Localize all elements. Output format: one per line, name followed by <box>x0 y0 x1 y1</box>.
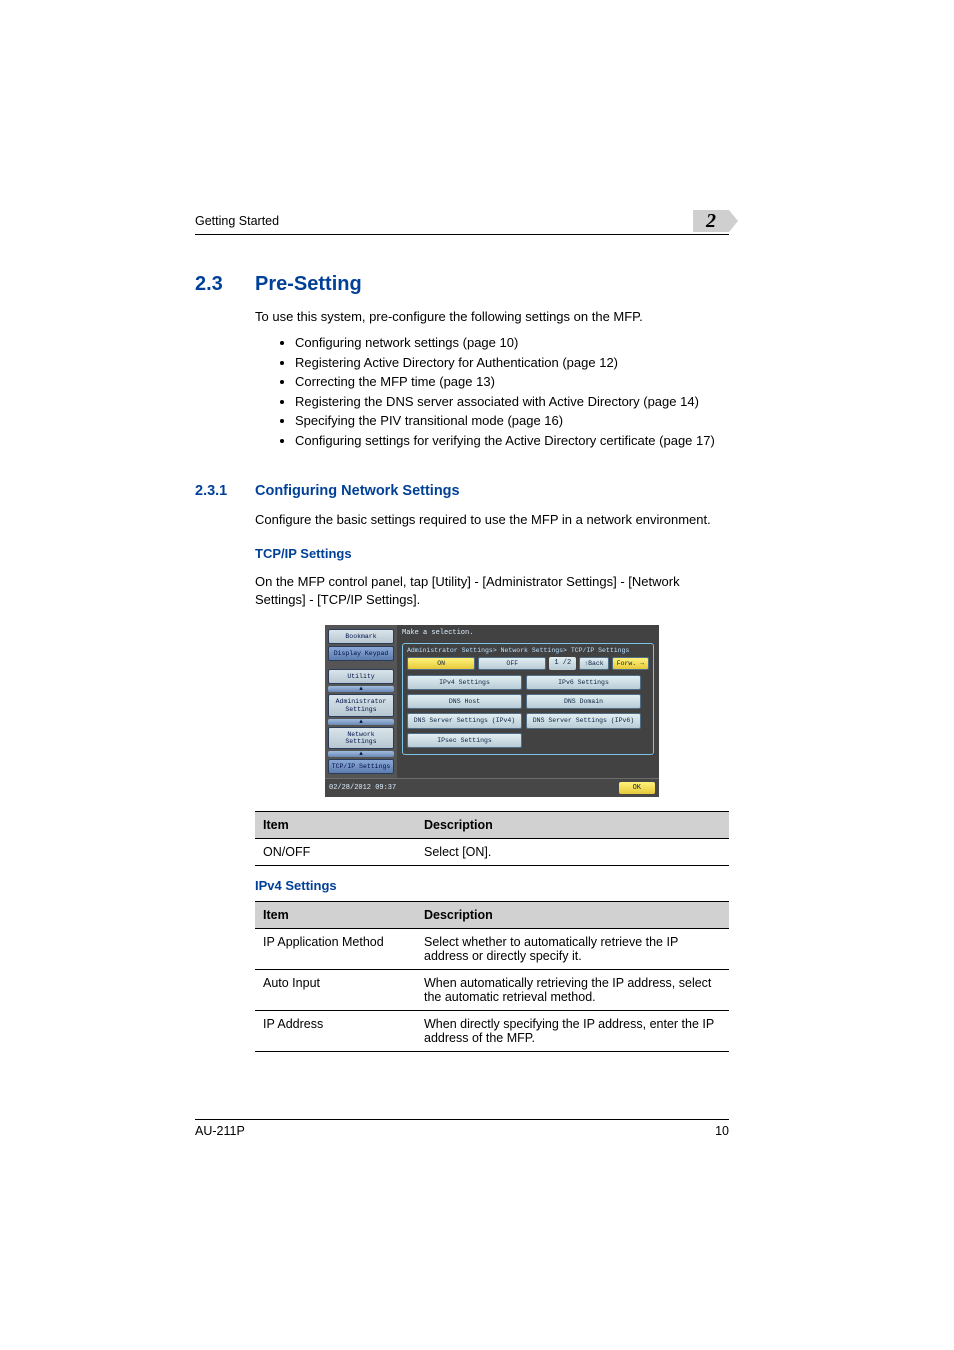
sidebar-admin-settings[interactable]: Administrator Settings <box>328 694 394 716</box>
subsection-intro: Configure the basic settings required to… <box>255 511 729 529</box>
sidebar-bookmark[interactable]: Bookmark <box>328 629 394 644</box>
ipsec-settings-button[interactable]: IPsec Settings <box>407 733 522 748</box>
sidebar-utility[interactable]: Utility <box>328 669 394 684</box>
prereq-list: Configuring network settings (page 10) R… <box>295 334 729 449</box>
cell-item: ON/OFF <box>255 839 416 866</box>
table-row: IP Application Method Select whether to … <box>255 929 729 970</box>
sidebar-tcpip-settings[interactable]: TCP/IP Settings <box>328 759 394 774</box>
table-header-item: Item <box>255 902 416 929</box>
cell-desc: Select whether to automatically retrieve… <box>416 929 729 970</box>
dns-server-ipv6-button[interactable]: DNS Server Settings (IPv6) <box>526 713 641 728</box>
panel-instruction: Make a selection. <box>402 629 654 637</box>
page-indicator: 1 /2 <box>549 657 576 670</box>
cell-desc: When automatically retrieving the IP add… <box>416 970 729 1011</box>
list-item: Registering Active Directory for Authent… <box>295 354 729 372</box>
ipv6-settings-button[interactable]: IPv6 Settings <box>526 675 641 690</box>
panel-breadcrumb: Administrator Settings> Network Settings… <box>407 647 649 654</box>
off-button[interactable]: OFF <box>478 657 546 670</box>
section-intro: To use this system, pre-configure the fo… <box>255 308 729 326</box>
running-head: Getting Started <box>195 214 279 232</box>
section-title: Pre-Setting <box>255 273 362 296</box>
section-number: 2.3 <box>195 273 255 296</box>
ipv4-heading: IPv4 Settings <box>255 878 729 893</box>
cell-item: Auto Input <box>255 970 416 1011</box>
tcpip-text: On the MFP control panel, tap [Utility] … <box>255 573 729 609</box>
list-item: Registering the DNS server associated wi… <box>295 393 729 411</box>
ipv4-settings-button[interactable]: IPv4 Settings <box>407 675 522 690</box>
up-arrow-icon: ▲ <box>328 686 394 692</box>
subsection-heading: 2.3.1 Configuring Network Settings <box>195 483 729 499</box>
ok-button[interactable]: OK <box>619 782 655 794</box>
page-number: 10 <box>715 1124 729 1138</box>
subsection-title: Configuring Network Settings <box>255 483 460 499</box>
table-header-item: Item <box>255 812 416 839</box>
ipv4-table: Item Description IP Application Method S… <box>255 901 729 1052</box>
footer-model: AU-211P <box>195 1124 245 1138</box>
dns-host-button[interactable]: DNS Host <box>407 694 522 709</box>
mfp-panel-screenshot: Bookmark Display Keypad Utility ▲ Admini… <box>325 625 659 797</box>
dns-server-ipv4-button[interactable]: DNS Server Settings (IPv4) <box>407 713 522 728</box>
chapter-number: 2 <box>706 210 716 233</box>
table-row: ON/OFF Select [ON]. <box>255 839 729 866</box>
table-row: Auto Input When automatically retrieving… <box>255 970 729 1011</box>
sidebar-network-settings[interactable]: Network Settings <box>328 727 394 749</box>
panel-sidebar: Bookmark Display Keypad Utility ▲ Admini… <box>325 625 397 778</box>
cell-item: IP Application Method <box>255 929 416 970</box>
onoff-table: Item Description ON/OFF Select [ON]. <box>255 811 729 866</box>
forward-button[interactable]: Forw. → <box>612 657 649 670</box>
list-item: Configuring settings for verifying the A… <box>295 432 729 450</box>
on-button[interactable]: ON <box>407 657 475 670</box>
cell-item: IP Address <box>255 1011 416 1052</box>
cell-desc: When directly specifying the IP address,… <box>416 1011 729 1052</box>
list-item: Correcting the MFP time (page 13) <box>295 373 729 391</box>
subsection-number: 2.3.1 <box>195 483 255 499</box>
up-arrow-icon: ▲ <box>328 751 394 757</box>
list-item: Specifying the PIV transitional mode (pa… <box>295 412 729 430</box>
table-header-description: Description <box>416 902 729 929</box>
list-item: Configuring network settings (page 10) <box>295 334 729 352</box>
back-button[interactable]: ↑Back <box>579 657 609 670</box>
dns-domain-button[interactable]: DNS Domain <box>526 694 641 709</box>
up-arrow-icon: ▲ <box>328 719 394 725</box>
table-header-description: Description <box>416 812 729 839</box>
table-row: IP Address When directly specifying the … <box>255 1011 729 1052</box>
chapter-badge: 2 <box>693 210 729 232</box>
panel-body: Administrator Settings> Network Settings… <box>402 643 654 755</box>
section-heading: 2.3 Pre-Setting <box>195 273 729 296</box>
cell-desc: Select [ON]. <box>416 839 729 866</box>
tcpip-heading: TCP/IP Settings <box>255 546 729 561</box>
page-footer: AU-211P 10 <box>195 1119 729 1138</box>
sidebar-display-keypad[interactable]: Display Keypad <box>328 646 394 661</box>
panel-timestamp: 02/28/2012 09:37 <box>329 784 396 792</box>
page-header: Getting Started 2 <box>195 210 729 235</box>
